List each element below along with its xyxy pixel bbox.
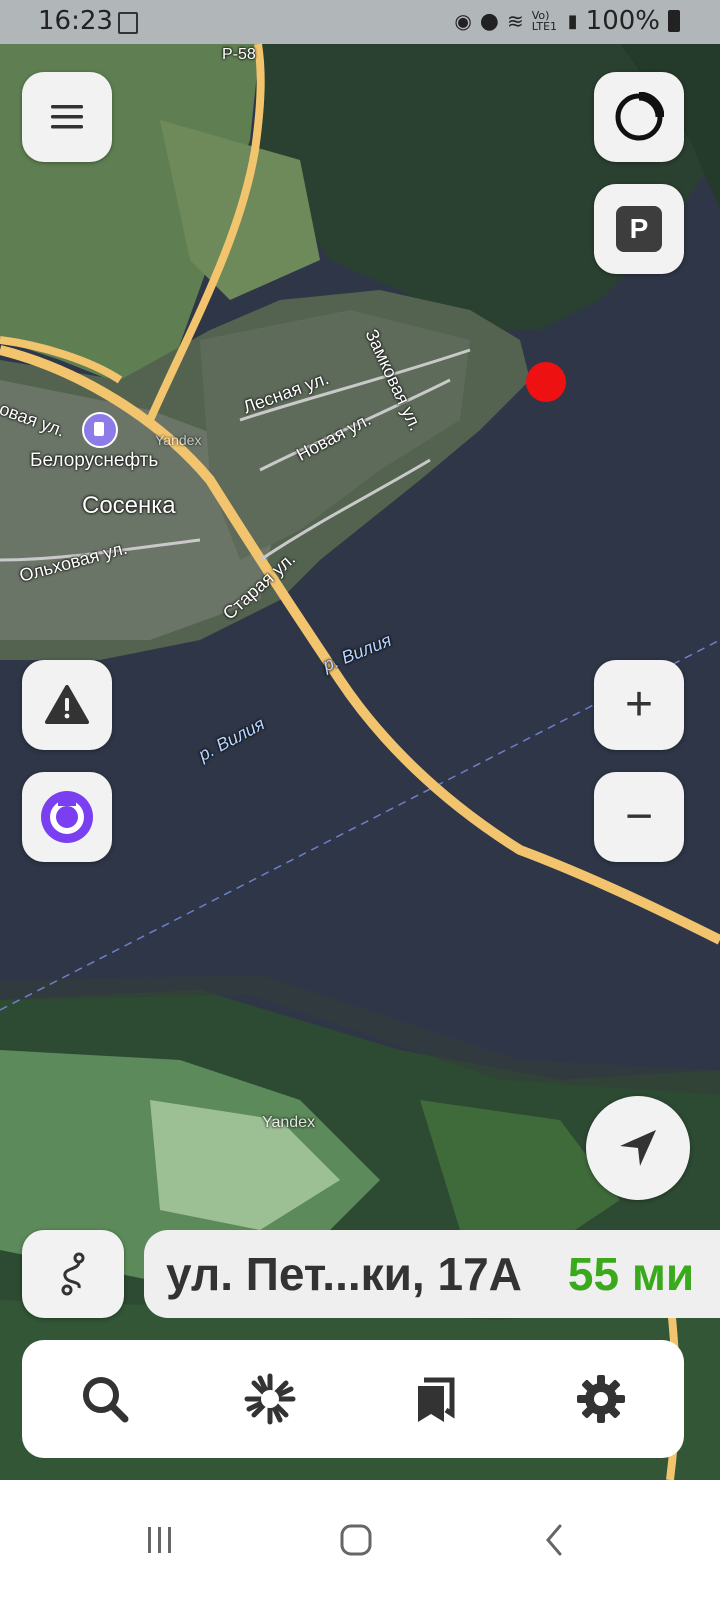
search-button[interactable] bbox=[65, 1359, 145, 1439]
minus-icon: − bbox=[624, 790, 654, 843]
route-summary-panel[interactable]: ул. Пет...ки, 17А 55 ми bbox=[144, 1230, 720, 1318]
menu-icon bbox=[51, 105, 83, 129]
back-icon bbox=[546, 1524, 562, 1556]
menu-button[interactable] bbox=[22, 72, 112, 162]
battery-percent: 100% bbox=[585, 6, 660, 36]
alice-icon bbox=[41, 791, 93, 843]
warning-icon bbox=[45, 685, 89, 724]
location-icon: ● bbox=[479, 8, 499, 34]
bookmarks-button[interactable] bbox=[396, 1359, 476, 1439]
route-destination-address: ул. Пет...ки, 17А bbox=[166, 1248, 522, 1300]
recent-apps-button[interactable] bbox=[130, 1510, 190, 1570]
parking-button[interactable]: P bbox=[594, 184, 684, 274]
parking-icon: P bbox=[616, 206, 662, 252]
status-time: 16:23 bbox=[38, 6, 113, 36]
my-location-button[interactable] bbox=[586, 1096, 690, 1200]
status-indicators: ◉ ● ≋ Vo) LTE1 ▮ 100% bbox=[454, 6, 680, 36]
signal-icon: ▮ bbox=[567, 10, 578, 32]
back-button[interactable] bbox=[524, 1510, 584, 1570]
alice-app-button[interactable] bbox=[594, 72, 684, 162]
zoom-out-button[interactable]: − bbox=[594, 772, 684, 862]
gas-station-label: Белоруснефть bbox=[30, 450, 159, 471]
gear-icon bbox=[577, 1375, 626, 1423]
recent-apps-icon bbox=[148, 1527, 171, 1553]
lock-icon: ◉ bbox=[454, 9, 472, 33]
route-options-button[interactable] bbox=[22, 1230, 124, 1318]
home-icon bbox=[340, 1524, 372, 1556]
village-name-label: Сосенка bbox=[82, 492, 176, 519]
discovery-button[interactable] bbox=[230, 1359, 310, 1439]
alice-assistant-button[interactable] bbox=[22, 772, 112, 862]
system-navigation-bar bbox=[0, 1480, 720, 1600]
network-label: Vo) LTE1 bbox=[531, 9, 558, 33]
alice-ring-icon bbox=[615, 92, 664, 141]
route-eta: 55 ми bbox=[567, 1248, 695, 1300]
plus-icon: + bbox=[624, 678, 654, 731]
map-watermark: Yandex bbox=[155, 432, 202, 448]
road-number-label: P-58 bbox=[222, 46, 256, 63]
route-icon bbox=[61, 1252, 85, 1296]
search-icon bbox=[82, 1377, 129, 1423]
bookmarks-icon bbox=[417, 1377, 455, 1422]
zoom-in-button[interactable]: + bbox=[594, 660, 684, 750]
status-bar: 16:23 ◉ ● ≋ Vo) LTE1 ▮ 100% bbox=[0, 0, 720, 44]
bottom-toolbar bbox=[22, 1340, 684, 1458]
destination-marker[interactable] bbox=[526, 362, 566, 402]
home-button[interactable] bbox=[326, 1510, 386, 1570]
discovery-icon bbox=[244, 1373, 296, 1425]
wifi-icon: ≋ bbox=[506, 9, 524, 33]
settings-button[interactable] bbox=[561, 1359, 641, 1439]
battery-icon bbox=[668, 10, 680, 32]
map-watermark: Yandex bbox=[262, 1114, 316, 1131]
screen-record-icon bbox=[118, 12, 138, 34]
road-alert-button[interactable] bbox=[22, 660, 112, 750]
navigation-arrow-icon bbox=[620, 1130, 656, 1166]
